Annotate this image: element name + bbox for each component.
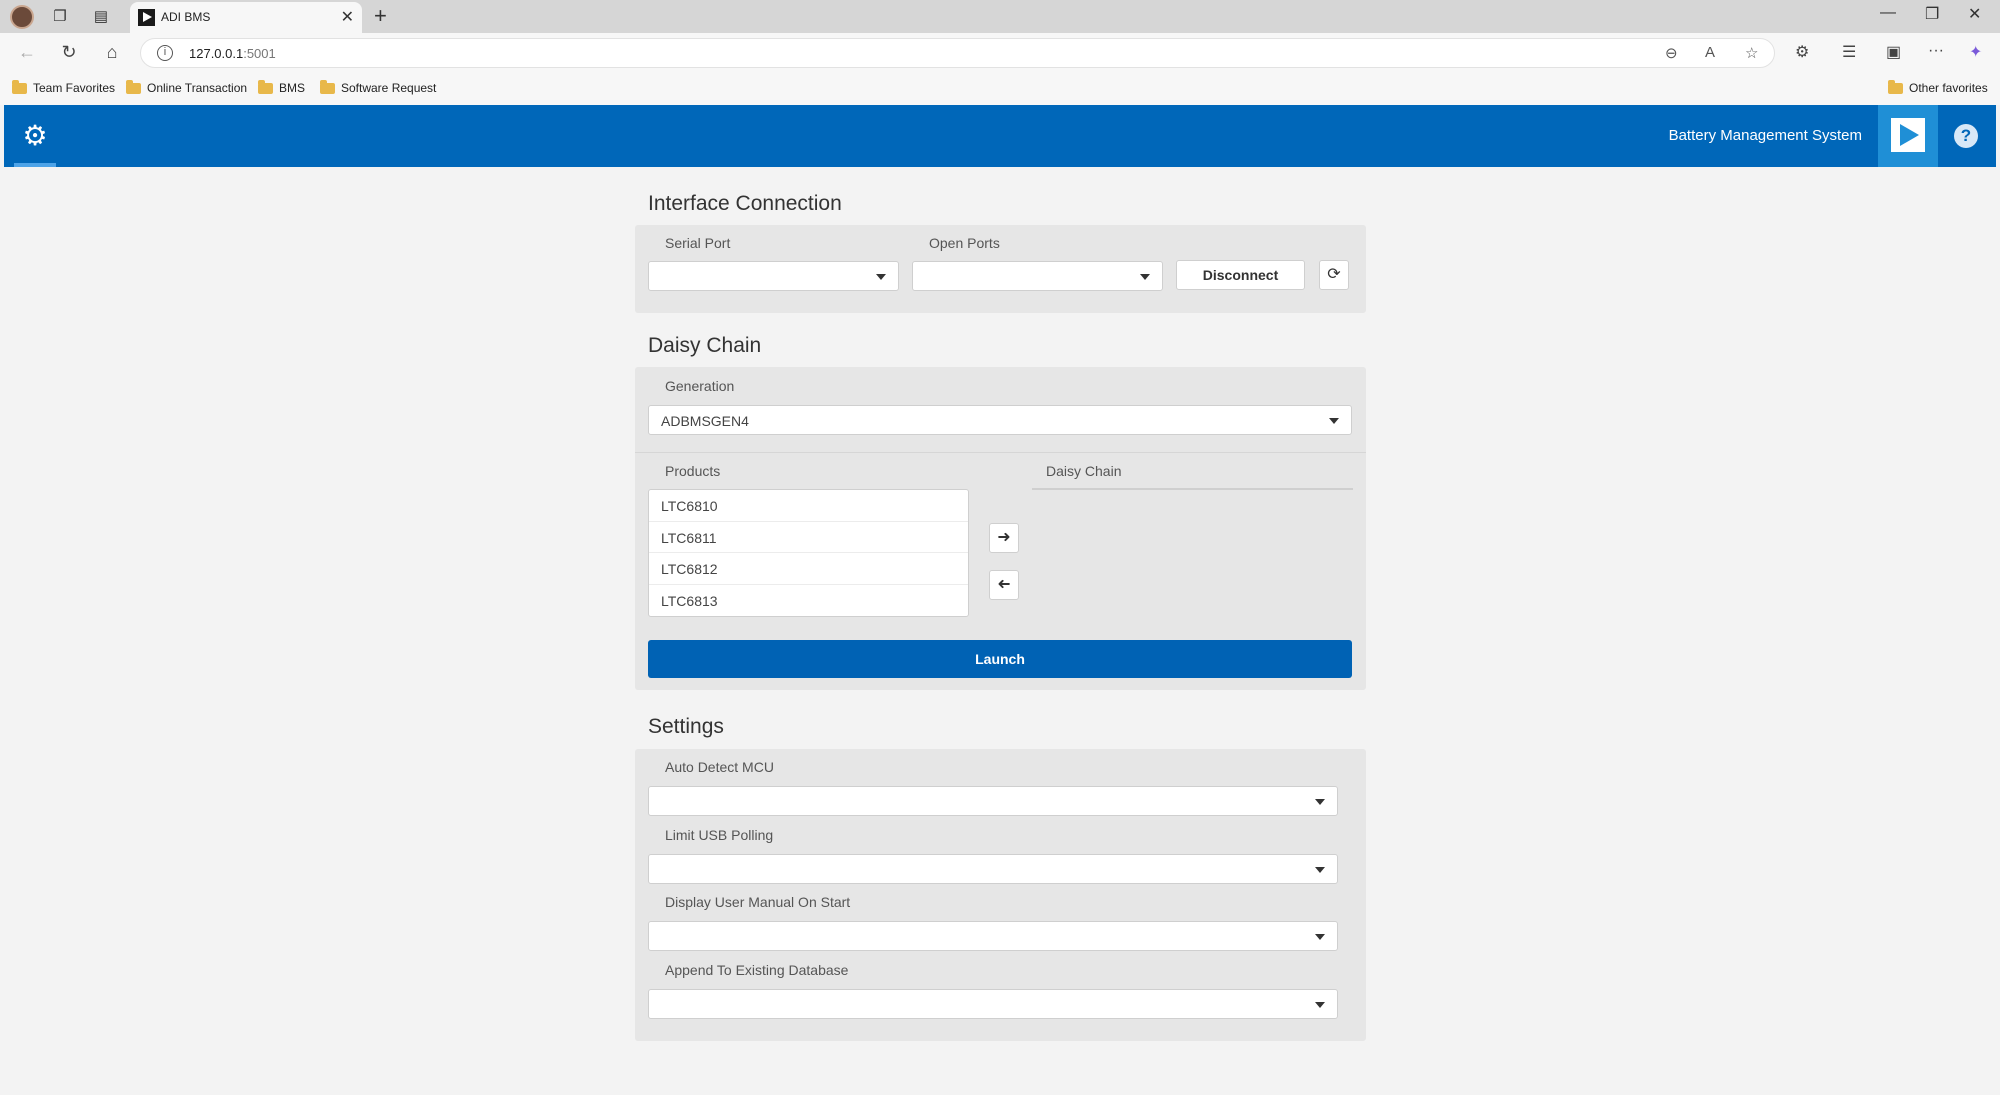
workspaces-icon[interactable]: ❐ xyxy=(50,7,70,27)
limit-usb-polling-select[interactable] xyxy=(648,854,1338,884)
extensions-icon[interactable]: ⚙ xyxy=(1795,42,1809,62)
help-icon[interactable]: ? xyxy=(1954,124,1978,148)
products-label: Products xyxy=(665,463,721,479)
divider xyxy=(635,452,1366,453)
chevron-down-icon xyxy=(1140,274,1150,280)
products-list: LTC6810 LTC6811 LTC6812 LTC6813 xyxy=(648,489,969,617)
chevron-down-icon xyxy=(1315,867,1325,873)
adi-logo-icon xyxy=(1891,118,1925,152)
chevron-down-icon xyxy=(1315,1002,1325,1008)
favorites-icon[interactable]: ☰ xyxy=(1842,42,1856,62)
home-icon[interactable]: ⌂ xyxy=(101,42,123,63)
new-tab-button[interactable]: + xyxy=(374,3,387,29)
restore-button[interactable]: ❐ xyxy=(1925,4,1939,24)
product-list-item[interactable]: LTC6811 xyxy=(649,522,968,553)
settings-gear-icon[interactable]: ⚙ xyxy=(20,121,50,151)
url-text: 127.0.0.1:5001 xyxy=(189,46,276,61)
daisy-chain-panel: Generation ADBMSGEN4 Products LTC6810 LT… xyxy=(635,367,1366,690)
open-ports-label: Open Ports xyxy=(929,235,1000,251)
refresh-icon[interactable]: ⟳ xyxy=(1319,260,1349,290)
tab-title: ADI BMS xyxy=(161,10,211,24)
append-database-select[interactable] xyxy=(648,989,1338,1019)
reload-icon[interactable]: ↻ xyxy=(58,42,80,63)
app-header: ⚙ Battery Management System ? xyxy=(4,105,1996,167)
remove-from-chain-arrow-icon[interactable]: ➜ xyxy=(989,570,1019,600)
adi-logo-button[interactable] xyxy=(1878,105,1938,167)
auto-detect-mcu-label: Auto Detect MCU xyxy=(665,759,774,775)
append-database-label: Append To Existing Database xyxy=(665,962,849,978)
folder-icon xyxy=(258,79,273,94)
chevron-down-icon xyxy=(1315,934,1325,940)
bookmark-bms[interactable]: BMS xyxy=(258,79,305,95)
generation-select[interactable]: ADBMSGEN4 xyxy=(648,405,1352,435)
folder-icon xyxy=(1888,79,1903,94)
close-window-button[interactable]: ✕ xyxy=(1968,4,1981,24)
vertical-tabs-icon[interactable]: ▤ xyxy=(91,7,111,27)
adi-favicon-icon xyxy=(138,9,155,26)
browser-tab-active[interactable]: ADI BMS ✕ xyxy=(130,2,362,33)
folder-icon xyxy=(12,79,27,94)
product-list-item[interactable]: LTC6813 xyxy=(649,585,968,617)
read-aloud-icon[interactable]: A xyxy=(1705,44,1715,61)
close-tab-icon[interactable]: ✕ xyxy=(341,7,354,27)
daisy-chain-title: Daisy Chain xyxy=(648,334,762,357)
favorite-star-icon[interactable]: ☆ xyxy=(1745,44,1758,62)
disconnect-button[interactable]: Disconnect xyxy=(1176,260,1305,290)
back-arrow-icon[interactable]: ← xyxy=(16,42,38,63)
browser-toolbar: ← ↻ ⌂ i 127.0.0.1:5001 ⊖ A ☆ ⚙ ☰ ▣ ··· ✦ xyxy=(0,33,2000,73)
launch-button[interactable]: Launch xyxy=(648,640,1352,678)
zoom-icon[interactable]: ⊖ xyxy=(1665,44,1678,62)
limit-usb-polling-label: Limit USB Polling xyxy=(665,827,774,843)
generation-label: Generation xyxy=(665,378,735,394)
display-user-manual-label: Display User Manual On Start xyxy=(665,894,851,910)
collections-icon[interactable]: ▣ xyxy=(1886,42,1901,62)
product-list-item[interactable]: LTC6812 xyxy=(649,553,968,585)
daisy-chain-list[interactable] xyxy=(1032,488,1353,490)
bookmark-online-transaction[interactable]: Online Transaction xyxy=(126,79,247,95)
address-bar[interactable]: i 127.0.0.1:5001 ⊖ A ☆ xyxy=(140,38,1775,68)
settings-title: Settings xyxy=(648,715,724,738)
copilot-icon[interactable]: ✦ xyxy=(1969,42,1982,62)
interface-connection-title: Interface Connection xyxy=(648,192,842,215)
chevron-down-icon xyxy=(876,274,886,280)
app-title: Battery Management System xyxy=(1668,127,1862,144)
app-container: ⚙ Battery Management System ? Interface … xyxy=(4,105,1996,1090)
auto-detect-mcu-select[interactable] xyxy=(648,786,1338,816)
open-ports-select[interactable] xyxy=(912,261,1163,291)
interface-connection-panel: Serial Port Open Ports Disconnect ⟳ xyxy=(635,225,1366,313)
chevron-down-icon xyxy=(1315,799,1325,805)
product-list-item[interactable]: LTC6810 xyxy=(649,490,968,522)
active-tab-indicator xyxy=(14,163,56,167)
profile-avatar[interactable] xyxy=(10,5,34,29)
more-menu-icon[interactable]: ··· xyxy=(1928,42,1944,60)
add-to-chain-arrow-icon[interactable]: ➜ xyxy=(989,523,1019,553)
bookmarks-bar: Team Favorites Online Transaction BMS So… xyxy=(0,73,2000,105)
serial-port-label: Serial Port xyxy=(665,235,731,251)
display-user-manual-select[interactable] xyxy=(648,921,1338,951)
browser-tab-bar: ❐ ▤ ADI BMS ✕ + — ❐ ✕ xyxy=(0,0,2000,33)
bookmark-software-request[interactable]: Software Request xyxy=(320,79,436,95)
folder-icon xyxy=(126,79,141,94)
chevron-down-icon xyxy=(1329,418,1339,424)
bookmark-other-favorites[interactable]: Other favorites xyxy=(1888,79,1988,95)
minimize-button[interactable]: — xyxy=(1880,4,1896,22)
folder-icon xyxy=(320,79,335,94)
site-info-icon[interactable]: i xyxy=(157,45,173,61)
bookmark-team-favorites[interactable]: Team Favorites xyxy=(12,79,115,95)
daisy-chain-list-label: Daisy Chain xyxy=(1046,463,1122,479)
serial-port-select[interactable] xyxy=(648,261,899,291)
settings-panel: Auto Detect MCU Limit USB Polling Displa… xyxy=(635,749,1366,1041)
